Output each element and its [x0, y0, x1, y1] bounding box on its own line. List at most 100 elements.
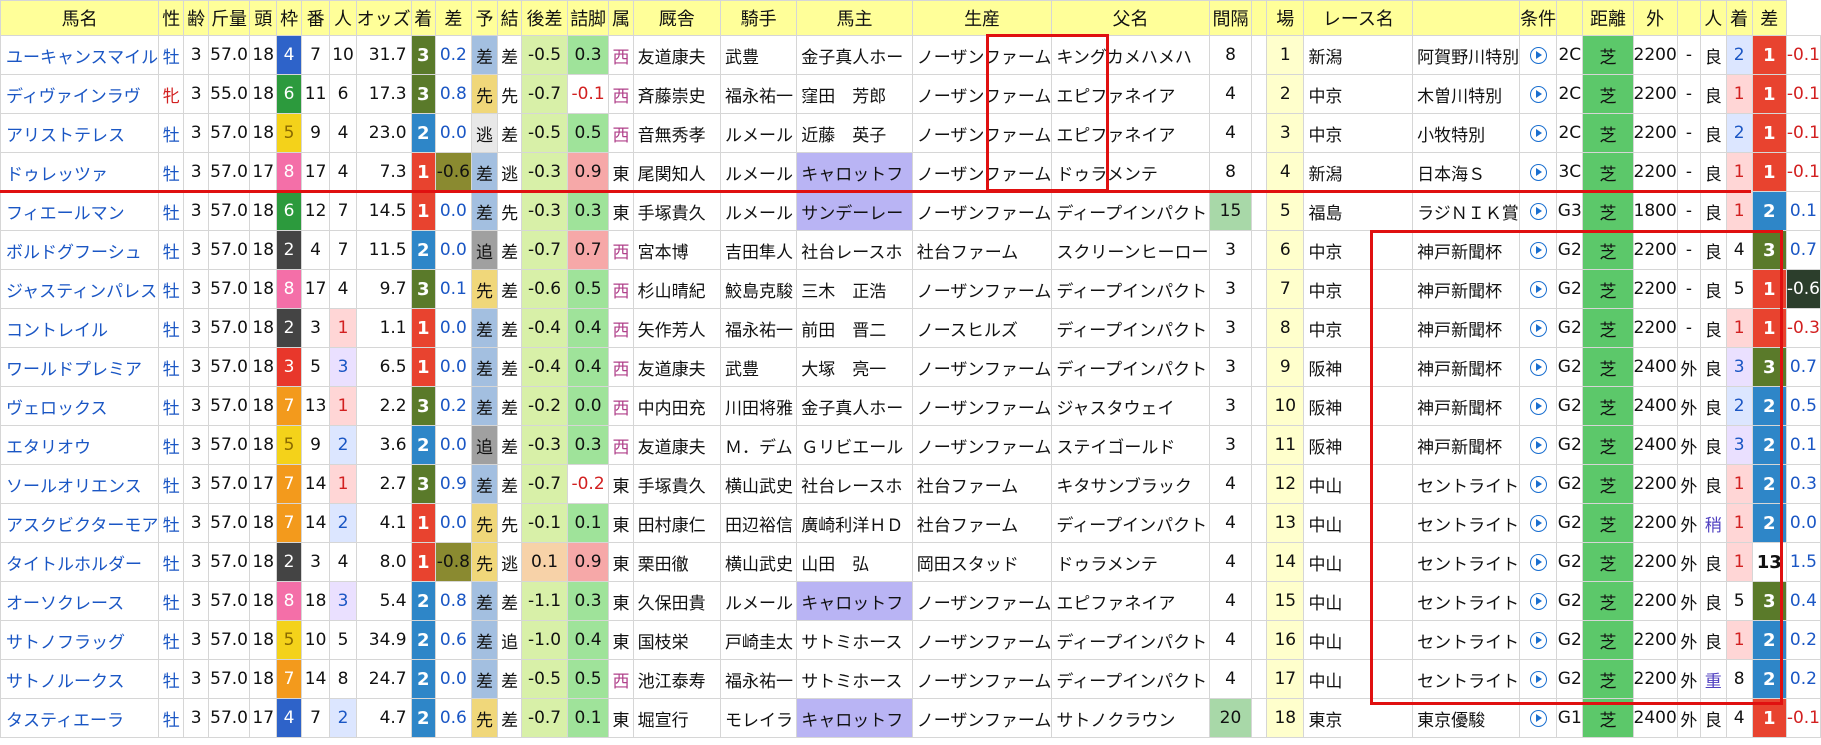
race-name-link[interactable]: 小牧特別	[1412, 113, 1521, 153]
race-name-link[interactable]: 神戸新聞杯	[1412, 230, 1521, 270]
horse-name-link[interactable]: エタリオウ	[0, 425, 160, 465]
race-name-link[interactable]: セントライト	[1412, 542, 1521, 582]
play-video-button[interactable]	[1519, 230, 1558, 270]
cell-kyusha: 田村康仁	[632, 503, 721, 543]
play-video-button[interactable]	[1519, 581, 1558, 621]
horse-name-link[interactable]: アリストテレス	[0, 113, 160, 153]
cell-waku: 7	[276, 386, 302, 426]
horse-name-link[interactable]: タスティエーラ	[0, 698, 160, 738]
cell-kinryo: 57.0	[208, 152, 251, 192]
play-video-button[interactable]	[1519, 698, 1558, 738]
table-row[interactable]: ヴェロックス牡 3 57.0 18 7 13 1 2.2 3 0.2 差差 -0.2 0.0 西中内田充川…	[0, 386, 1821, 426]
column-header: 属	[608, 0, 634, 36]
table-row[interactable]: ユーキャンスマイル牡 3 57.0 18 4 7 10 31.7 3 0.2 差差 -0.5 0.3 西友…	[0, 35, 1821, 75]
cell-baba: 良	[1700, 230, 1727, 270]
horse-name-link[interactable]: ユーキャンスマイル	[0, 35, 160, 75]
play-video-button[interactable]	[1519, 191, 1558, 231]
race-name-link[interactable]: 神戸新聞杯	[1412, 347, 1521, 387]
race-name-link[interactable]: 神戸新聞杯	[1412, 425, 1521, 465]
table-row[interactable]: サトノルークス牡 3 57.0 18 7 14 8 24.7 2 0.0 差差 -0.5 0.5 西池江泰…	[0, 659, 1821, 699]
spacer-cell	[1251, 230, 1268, 270]
play-video-button[interactable]	[1519, 74, 1558, 114]
table-row[interactable]: オーソクレース牡 3 57.0 18 8 18 3 5.4 2 0.8 差差 -1.1 0.3 東久保田貴…	[0, 581, 1821, 621]
table-row[interactable]: ジャスティンパレス牡 3 57.0 18 8 17 4 9.7 3 0.1 先差 -0.6 0.5 西杉山…	[0, 269, 1821, 309]
cell-tsume: 0.3	[566, 425, 610, 465]
race-name-link[interactable]: セントライト	[1412, 503, 1521, 543]
cell-p_ninki: 2	[1725, 113, 1753, 153]
cell-kyusha: 友道康夫	[632, 425, 721, 465]
horse-name-link[interactable]: サトノルークス	[0, 659, 160, 699]
table-row[interactable]: アスクビクターモア牡 3 57.0 18 7 14 2 4.1 1 0.0 先先 -0.1 0.1 東田村…	[0, 503, 1821, 543]
race-name-link[interactable]: 神戸新聞杯	[1412, 386, 1521, 426]
table-row[interactable]: ワールドプレミア牡 3 57.0 18 3 5 3 6.5 1 0.0 差差 -0.4 0.4 西友道康夫…	[0, 347, 1821, 387]
play-video-button[interactable]	[1519, 542, 1558, 582]
cell-seisan: 岡田スタッド	[911, 542, 1053, 582]
horse-name-link[interactable]: フィエールマン	[0, 191, 160, 231]
table-row[interactable]: ディヴァインラヴ牝 3 55.0 18 6 11 6 17.3 3 0.8 先先 -0.7 -0.1 西斉…	[0, 74, 1821, 114]
cell-zoku: 東	[608, 581, 634, 621]
horse-name-link[interactable]: コントレイル	[0, 308, 160, 348]
column-header: オッズ	[355, 0, 412, 36]
play-video-button[interactable]	[1519, 503, 1558, 543]
table-row[interactable]: フィエールマン牡 3 57.0 18 6 12 7 14.5 1 0.0 差先 -0.3 0.3 東手塚貴…	[0, 191, 1821, 231]
cell-p_ninki: 1	[1725, 542, 1753, 582]
spacer-cell	[1251, 425, 1268, 465]
play-video-button[interactable]	[1519, 113, 1558, 153]
race-name-link[interactable]: 東京優駿	[1412, 698, 1521, 738]
race-name-link[interactable]: セントライト	[1412, 464, 1521, 504]
cell-kosa: -0.3	[521, 152, 568, 192]
cell-p_ninki: 1	[1725, 74, 1753, 114]
horse-name-link[interactable]: ワールドプレミア	[0, 347, 160, 387]
cell-kinryo: 57.0	[208, 425, 251, 465]
race-name-link[interactable]: 阿賀野川特別	[1412, 35, 1521, 75]
cell-seisan: ノーザンファーム	[911, 74, 1053, 114]
play-video-button[interactable]	[1519, 425, 1558, 465]
play-video-button[interactable]	[1519, 347, 1558, 387]
horse-name-link[interactable]: アスクビクターモア	[0, 503, 160, 543]
horse-name-link[interactable]: ディヴァインラヴ	[0, 74, 160, 114]
cell-chaku: 2	[410, 113, 436, 153]
horse-name-link[interactable]: オーソクレース	[0, 581, 160, 621]
horse-name-link[interactable]: ソールオリエンス	[0, 464, 160, 504]
horse-name-link[interactable]: ボルドグフーシュ	[0, 230, 160, 270]
play-video-button[interactable]	[1519, 386, 1558, 426]
table-row[interactable]: タスティエーラ牡 3 57.0 17 4 7 2 4.7 2 0.6 先差 -0.7 0.1 東堀宣行 モレ…	[0, 698, 1821, 738]
cell-tsume: 0.0	[566, 386, 610, 426]
spacer-cell	[1251, 269, 1268, 309]
race-name-link[interactable]: セントライト	[1412, 581, 1521, 621]
race-name-link[interactable]: ラジＮＩＫ賞	[1412, 191, 1521, 231]
table-row[interactable]: サトノフラッグ牡 3 57.0 18 5 10 5 34.9 2 0.6 差追 -1.0 0.4 東国枝栄…	[0, 620, 1821, 660]
cell-seisan: ノーザンファーム	[911, 269, 1053, 309]
race-name-link[interactable]: セントライト	[1412, 659, 1521, 699]
play-video-button[interactable]	[1519, 620, 1558, 660]
table-row[interactable]: アリストテレス牡 3 57.0 18 5 9 4 23.0 2 0.0 逃差 -0.5 0.5 西音無秀孝…	[0, 113, 1821, 153]
spacer-cell	[1251, 74, 1268, 114]
cell-surface: 芝	[1582, 230, 1634, 270]
horse-name-link[interactable]: ジャスティンパレス	[0, 269, 160, 309]
play-video-button[interactable]	[1519, 269, 1558, 309]
table-row[interactable]: エタリオウ牡 3 57.0 18 5 9 2 3.6 2 0.0 追差 -0.3 0.3 西友道康夫 Ｍ．デ…	[0, 425, 1821, 465]
play-video-button[interactable]	[1519, 308, 1558, 348]
table-row[interactable]: ソールオリエンス牡 3 57.0 17 7 14 1 2.7 3 0.9 差差 -0.7 -0.2 東手塚…	[0, 464, 1821, 504]
play-video-button[interactable]	[1519, 464, 1558, 504]
play-video-button[interactable]	[1519, 659, 1558, 699]
table-row[interactable]: ボルドグフーシュ牡 3 57.0 18 2 4 7 11.5 2 0.0 追差 -0.7 0.7 西宮本博…	[0, 230, 1821, 270]
horse-name-link[interactable]: ヴェロックス	[0, 386, 160, 426]
column-header: 馬名	[0, 0, 160, 36]
horse-name-link[interactable]: ドゥレッツァ	[0, 152, 160, 192]
cell-p_sa: 0.1	[1785, 425, 1821, 465]
table-row[interactable]: コントレイル牡 3 57.0 18 2 3 1 1.1 1 0.0 差差 -0.4 0.4 西矢作芳人 福永…	[0, 308, 1821, 348]
horse-name-link[interactable]: サトノフラッグ	[0, 620, 160, 660]
cell-p_chaku: 2	[1751, 191, 1787, 231]
race-name-link[interactable]: セントライト	[1412, 620, 1521, 660]
race-name-link[interactable]: 神戸新聞杯	[1412, 269, 1521, 309]
table-row[interactable]: ドゥレッツァ牡 3 57.0 17 8 17 4 7.3 1 -0.6 差逃 -0.3 0.9 東尾関知人…	[0, 152, 1821, 192]
race-name-link[interactable]: 神戸新聞杯	[1412, 308, 1521, 348]
race-name-link[interactable]: 日本海Ｓ	[1412, 152, 1521, 192]
cell-kyusha: 矢作芳人	[632, 308, 721, 348]
play-video-button[interactable]	[1519, 35, 1558, 75]
race-name-link[interactable]: 木曽川特別	[1412, 74, 1521, 114]
table-row[interactable]: タイトルホルダー牡 3 57.0 18 2 3 4 8.0 1 -0.8 先逃 0.1 0.9 東栗田徹横…	[0, 542, 1821, 582]
horse-name-link[interactable]: タイトルホルダー	[0, 542, 160, 582]
play-video-button[interactable]	[1519, 152, 1558, 192]
